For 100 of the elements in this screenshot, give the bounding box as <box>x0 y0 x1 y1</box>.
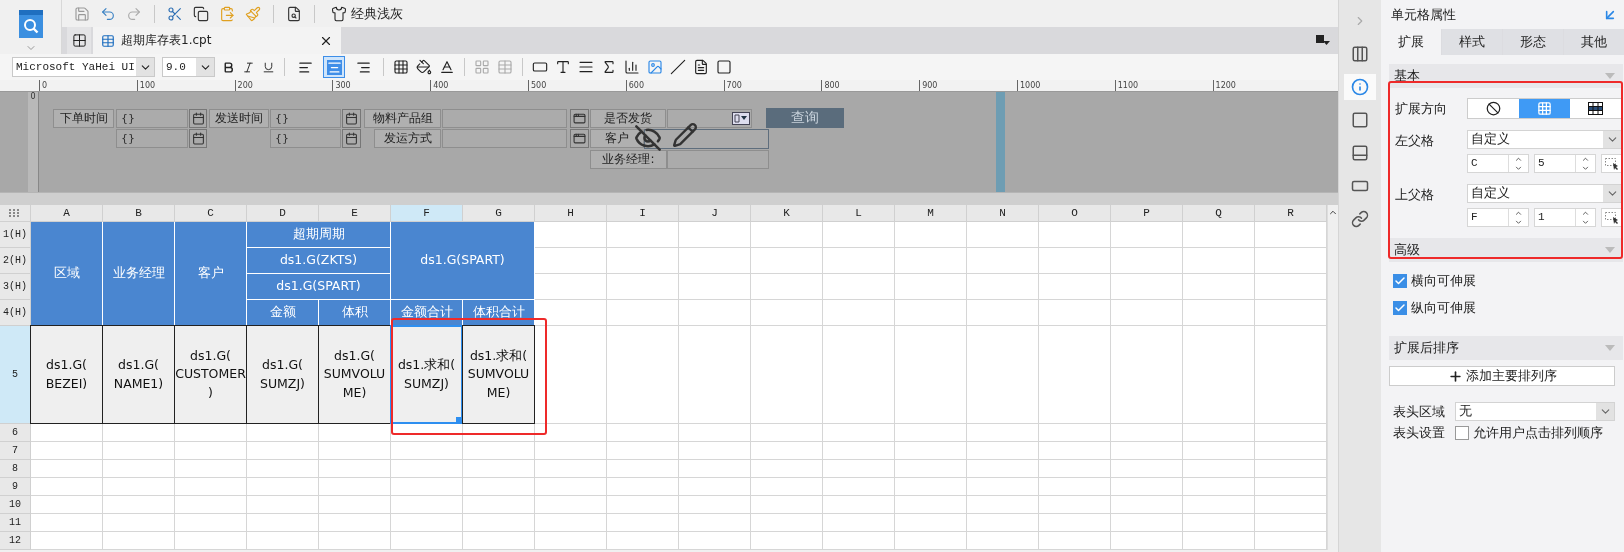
empty-cell[interactable] <box>607 274 679 300</box>
empty-cell[interactable] <box>319 460 391 478</box>
empty-cell[interactable] <box>1183 326 1255 424</box>
italic-icon[interactable] <box>242 60 255 74</box>
empty-cell[interactable] <box>895 478 967 496</box>
empty-cell[interactable] <box>967 300 1039 326</box>
formula-icon[interactable] <box>601 59 617 75</box>
empty-cell[interactable] <box>1111 442 1183 460</box>
empty-cell[interactable] <box>607 478 679 496</box>
empty-cell[interactable] <box>319 496 391 514</box>
header-area-select[interactable]: 无 <box>1455 402 1615 421</box>
parameter-field[interactable] <box>442 129 567 148</box>
empty-cell[interactable] <box>1111 478 1183 496</box>
empty-cell[interactable] <box>103 514 175 532</box>
redo-icon[interactable] <box>126 5 142 22</box>
empty-cell[interactable] <box>823 460 895 478</box>
column-header[interactable]: F <box>391 205 463 222</box>
empty-cell[interactable] <box>1039 478 1111 496</box>
column-header[interactable]: R <box>1255 205 1327 222</box>
formula-cell[interactable]: ds1.G( SUMZJ) <box>246 325 319 424</box>
text-cell-icon[interactable] <box>532 59 548 75</box>
empty-cell[interactable] <box>751 248 823 274</box>
parameter-field[interactable]: {} <box>270 109 341 128</box>
undo-icon[interactable] <box>100 5 116 22</box>
row-header[interactable]: 10 <box>0 496 31 514</box>
column-header[interactable]: P <box>1111 205 1183 222</box>
empty-cell[interactable] <box>607 424 679 442</box>
empty-cell[interactable] <box>823 496 895 514</box>
empty-cell[interactable] <box>607 496 679 514</box>
section-header[interactable]: 高级 <box>1389 238 1623 262</box>
empty-cell[interactable] <box>679 424 751 442</box>
empty-cell[interactable] <box>103 442 175 460</box>
bold-icon[interactable] <box>222 60 235 74</box>
checkbox-option[interactable]: 纵向可伸展 <box>1393 299 1476 317</box>
empty-cell[interactable] <box>463 532 535 550</box>
column-header[interactable]: B <box>103 205 175 222</box>
header-cell[interactable]: ds1.G(SPART) <box>247 274 391 300</box>
empty-cell[interactable] <box>535 532 607 550</box>
empty-cell[interactable] <box>103 478 175 496</box>
empty-cell[interactable] <box>967 326 1039 424</box>
font-size-select[interactable]: 9.0 <box>162 57 215 77</box>
paste-icon[interactable] <box>219 5 235 22</box>
empty-cell[interactable] <box>1111 248 1183 274</box>
file-tab[interactable]: 超期库存表1.cpt <box>93 27 341 54</box>
empty-cell[interactable] <box>607 222 679 248</box>
property-tab[interactable]: 样式 <box>1442 29 1502 55</box>
empty-cell[interactable] <box>607 514 679 532</box>
empty-cell[interactable] <box>607 460 679 478</box>
empty-cell[interactable] <box>247 532 319 550</box>
property-tab[interactable]: 其他 <box>1564 29 1624 55</box>
empty-cell[interactable] <box>679 248 751 274</box>
empty-cell[interactable] <box>1039 496 1111 514</box>
empty-cell[interactable] <box>463 478 535 496</box>
parent-select[interactable]: 自定义 <box>1467 130 1622 149</box>
row-header[interactable]: 6 <box>0 424 31 442</box>
header-cell[interactable]: 超期周期 <box>247 222 391 248</box>
empty-cell[interactable] <box>1183 300 1255 326</box>
empty-cell[interactable] <box>1183 222 1255 248</box>
column-header[interactable]: C <box>175 205 247 222</box>
empty-cell[interactable] <box>751 496 823 514</box>
empty-cell[interactable] <box>391 532 463 550</box>
empty-cell[interactable] <box>967 478 1039 496</box>
formula-cell[interactable]: ds1.G( CUSTOMER ) <box>174 325 247 424</box>
empty-cell[interactable] <box>1183 274 1255 300</box>
row-header[interactable]: 1(H) <box>0 222 31 248</box>
empty-cell[interactable] <box>895 496 967 514</box>
empty-cell[interactable] <box>535 514 607 532</box>
column-header[interactable]: J <box>679 205 751 222</box>
empty-cell[interactable] <box>967 532 1039 550</box>
header-cell[interactable]: 客户 <box>175 222 247 326</box>
empty-cell[interactable] <box>607 532 679 550</box>
hidden-eye-icon[interactable] <box>634 124 662 152</box>
empty-cell[interactable] <box>751 442 823 460</box>
empty-cell[interactable] <box>391 460 463 478</box>
chart-icon[interactable] <box>624 59 640 75</box>
header-cell[interactable]: 体积 <box>319 300 391 326</box>
chevron-up-icon[interactable] <box>1514 155 1523 164</box>
empty-cell[interactable] <box>895 424 967 442</box>
save-icon[interactable] <box>74 5 90 22</box>
empty-cell[interactable] <box>967 222 1039 248</box>
empty-cell[interactable] <box>895 300 967 326</box>
empty-cell[interactable] <box>751 326 823 424</box>
empty-cell[interactable] <box>1039 532 1111 550</box>
empty-cell[interactable] <box>895 514 967 532</box>
empty-cell[interactable] <box>751 300 823 326</box>
empty-cell[interactable] <box>1039 442 1111 460</box>
empty-cell[interactable] <box>679 532 751 550</box>
calendar-button[interactable] <box>189 109 207 128</box>
empty-cell[interactable] <box>679 478 751 496</box>
calendar-button[interactable] <box>342 129 361 148</box>
empty-cell[interactable] <box>175 514 247 532</box>
parameter-field[interactable] <box>442 109 567 128</box>
header-cell[interactable]: 业务经理 <box>103 222 175 326</box>
empty-cell[interactable] <box>391 478 463 496</box>
paragraph-icon[interactable] <box>578 59 594 75</box>
cell-picker-button[interactable] <box>1601 208 1623 227</box>
empty-cell[interactable] <box>247 460 319 478</box>
collapse-caret-icon[interactable] <box>1605 247 1615 253</box>
empty-cell[interactable] <box>679 222 751 248</box>
header-cell[interactable]: ds1.G(ZKTS) <box>247 248 391 274</box>
